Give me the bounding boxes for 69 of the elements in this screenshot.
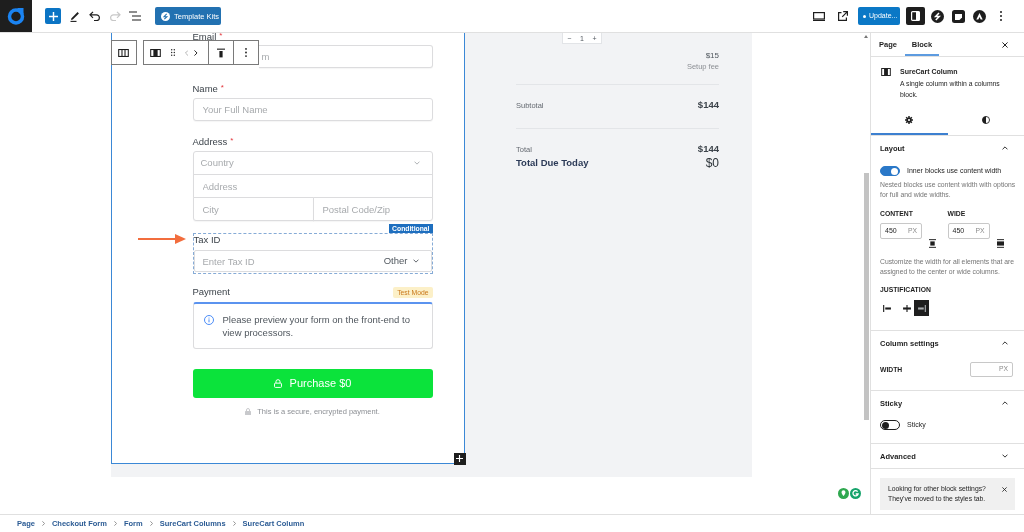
field-label: Name $^{*}$ [192, 83, 224, 95]
lock-icon [245, 407, 252, 415]
close-icon[interactable] [1002, 41, 1008, 48]
text-field[interactable]: Your Full Name [192, 98, 433, 121]
field-label: Address $^{*}$ [192, 136, 234, 148]
justify-left-icon [882, 304, 891, 312]
field-label: Tax ID [193, 234, 221, 246]
close-icon[interactable] [1002, 487, 1007, 492]
plus-icon [48, 11, 58, 21]
notice-text: Please preview your form on the front-end to view processors. [222, 313, 411, 340]
scrollbar-thumb[interactable] [863, 173, 869, 420]
drag-handle-icon[interactable] [170, 49, 175, 56]
plus-icon [456, 455, 463, 462]
summary-label: Total Due Today [516, 157, 589, 169]
info-icon [203, 315, 214, 325]
column-block-icon [881, 68, 891, 76]
monitor-icon[interactable] [813, 11, 825, 21]
field-label: Email $^{*}$ [192, 33, 223, 40]
add-block-button[interactable] [45, 8, 61, 24]
chevron-right-icon [232, 521, 236, 526]
kit-logo-icon [161, 11, 170, 21]
tax-id-field[interactable]: Enter Tax ID Other [193, 250, 432, 272]
toggle-switch[interactable] [880, 166, 900, 176]
site-logo-icon[interactable] [0, 0, 32, 32]
pen-icon[interactable] [69, 10, 81, 22]
more-vertical-icon[interactable] [244, 48, 247, 57]
chevron-right-icon [149, 521, 153, 526]
columns-icon [118, 48, 129, 57]
select-parent-button[interactable] [110, 40, 137, 65]
list-view-icon[interactable] [129, 11, 141, 21]
triangle-badge-icon[interactable] [973, 9, 986, 23]
settings-toggle-button[interactable] [906, 7, 925, 25]
summary-value: $144 [697, 143, 719, 155]
contrast-icon [981, 116, 990, 124]
lock-icon [273, 379, 282, 388]
column-icon[interactable] [149, 48, 161, 57]
id-type-select[interactable]: Other [383, 255, 431, 267]
justify-right-icon [917, 304, 926, 312]
text-field[interactable]: City [192, 197, 314, 221]
ring-badge-icon[interactable] [850, 488, 861, 499]
text-field[interactable]: m [258, 45, 433, 68]
square-badge-icon[interactable] [952, 9, 965, 23]
chevron-right-icon [113, 521, 117, 526]
chevron-right-icon [41, 521, 45, 526]
dot-icon [863, 14, 866, 18]
gear-icon [905, 116, 914, 124]
justify-right-button[interactable] [914, 300, 929, 316]
sidebar-panel-icon [911, 11, 920, 21]
summary-value: $144 [697, 99, 719, 111]
field-label: Payment [192, 286, 230, 298]
chevron-down-icon [412, 259, 419, 263]
chevron-down-icon [413, 161, 420, 165]
annotation-arrow [137, 234, 186, 244]
justify-center-icon [902, 304, 911, 312]
bolt-badge-icon[interactable] [931, 9, 944, 23]
align-top-icon[interactable] [216, 47, 225, 58]
text-field[interactable]: Postal Code/Zip [312, 197, 433, 221]
toggle-switch[interactable] [880, 420, 900, 430]
block-inserter-button[interactable] [453, 452, 466, 465]
chevron-right-icon[interactable] [194, 49, 198, 56]
content-width-icon[interactable] [929, 238, 936, 248]
pin-badge-icon[interactable] [838, 488, 849, 499]
undo-icon[interactable] [89, 11, 101, 21]
external-link-icon[interactable] [837, 10, 848, 22]
summary-value: $0 [705, 155, 719, 171]
wide-width-icon[interactable] [996, 238, 1004, 248]
text-field[interactable]: Address [192, 174, 433, 198]
scroll-up-arrow-icon[interactable] [864, 35, 868, 38]
fee-amount: $15 [705, 50, 719, 61]
